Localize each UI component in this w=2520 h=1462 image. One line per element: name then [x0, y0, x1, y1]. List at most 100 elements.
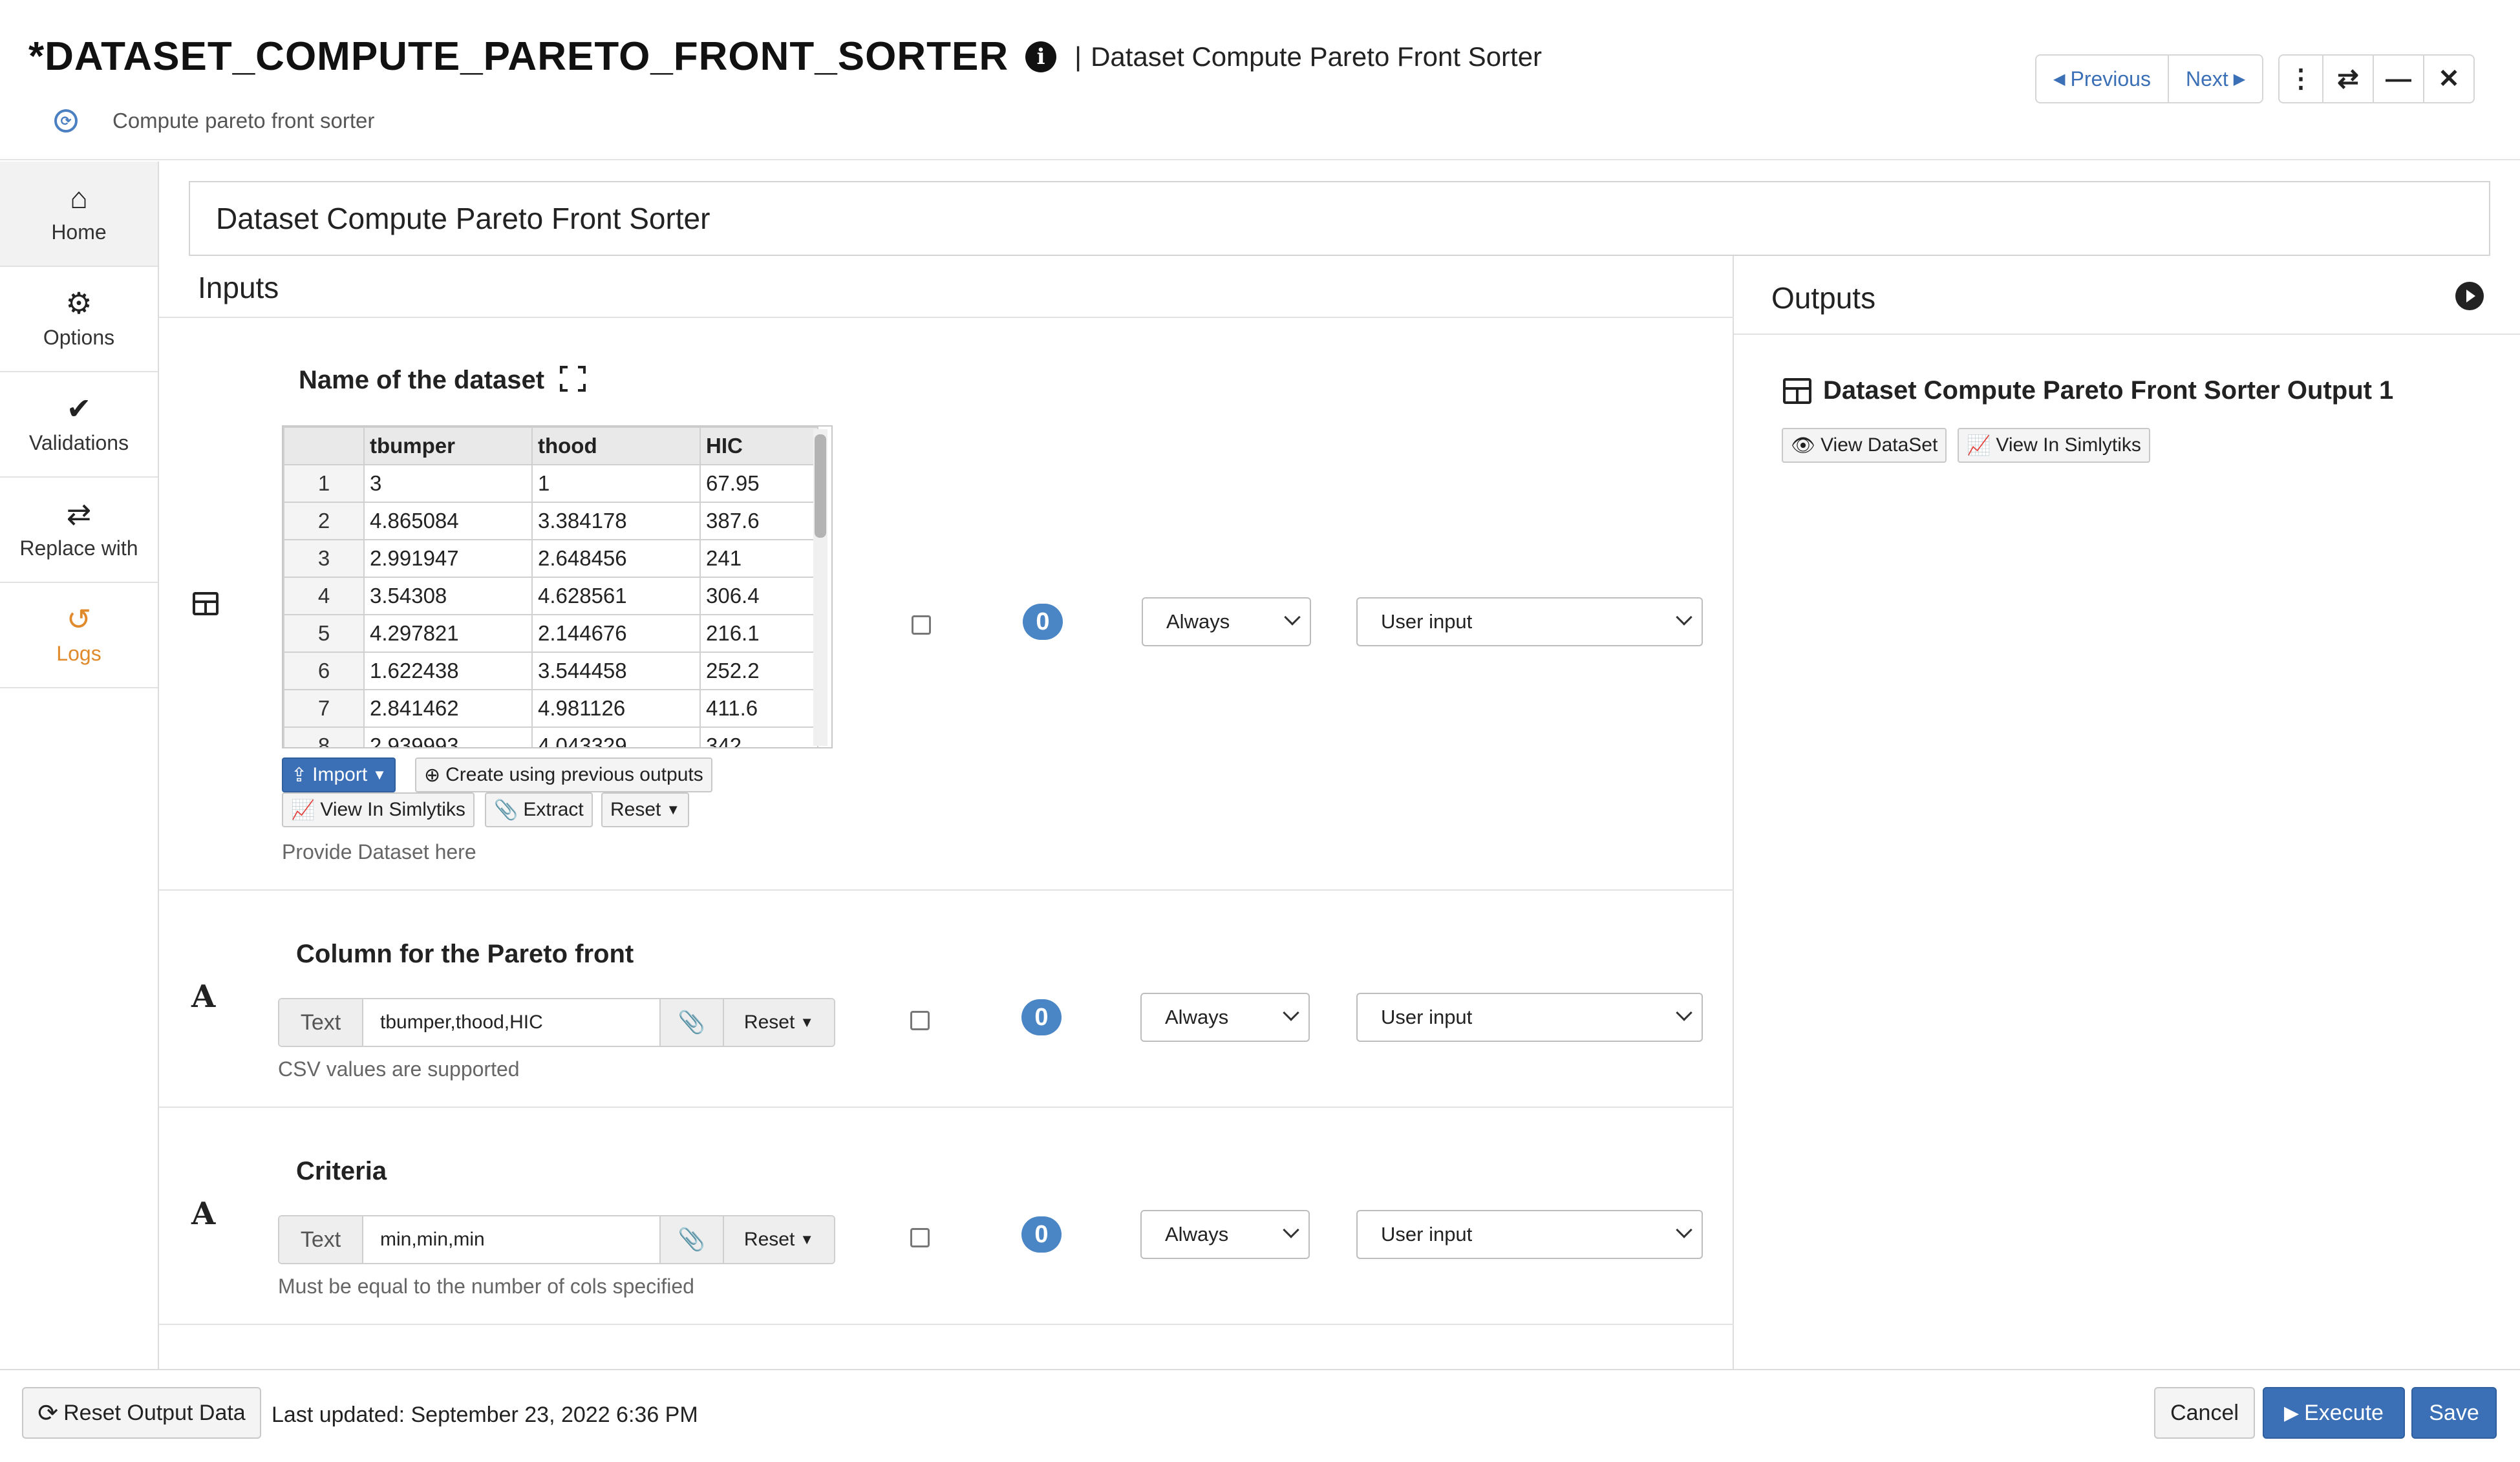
previous-button[interactable]: ◀ Previous [2036, 56, 2168, 102]
caret-right-icon: ▶ [2233, 70, 2246, 88]
paperclip-icon[interactable]: 📎 [659, 999, 723, 1046]
table-cell[interactable]: 387.6 [699, 502, 818, 540]
view-in-simlytiks-button[interactable]: 📈 View In Simlytiks [282, 792, 475, 827]
create-using-outputs-button[interactable]: ⊕ Create using previous outputs [415, 757, 712, 792]
table-cell[interactable]: 2.939993 [363, 726, 533, 747]
extract-button[interactable]: 📎 Extract [485, 792, 593, 827]
source-value: User input [1381, 610, 1473, 633]
grid-scroll-thumb[interactable] [815, 434, 826, 538]
extract-label: Extract [523, 799, 584, 820]
table-cell[interactable]: 252.2 [699, 652, 818, 690]
dataset-grid[interactable]: tbumper thood HIC 1 3 1 67.95 2 4.865084 3.384… [282, 425, 833, 748]
table-row[interactable]: 2 4.865084 3.384178 387.6 [283, 502, 818, 540]
sidebar-item-label: Options [43, 326, 115, 349]
table-cell[interactable]: 67.95 [699, 464, 818, 503]
table-cell[interactable]: 4.628561 [531, 577, 701, 615]
chevron-down-icon [1676, 1004, 1692, 1021]
table-cell[interactable]: 342 [699, 726, 818, 747]
sidebar-item-label: Home [51, 220, 107, 244]
view-dataset-button[interactable]: 👁 View DataSet [1782, 428, 1947, 463]
table-cell[interactable]: 3.544458 [531, 652, 701, 690]
play-icon[interactable] [2455, 282, 2484, 310]
table-row[interactable]: 7 2.841462 4.981126 411.6 [283, 689, 818, 728]
paperclip-icon: 📎 [494, 799, 518, 821]
table-cell[interactable]: 4.981126 [531, 689, 701, 728]
dataset-table: tbumper thood HIC 1 3 1 67.95 2 4.865084 3.384… [283, 427, 818, 747]
source-select[interactable]: User input [1356, 597, 1703, 646]
table-row[interactable]: 5 4.297821 2.144676 216.1 [283, 614, 818, 653]
table-cell[interactable]: 4.043329 [531, 726, 701, 747]
info-icon[interactable]: i [1025, 41, 1057, 72]
window-controls: ⋮ ⇄ — ✕ [2278, 54, 2475, 103]
row-number: 7 [283, 689, 365, 728]
dataset-checkbox[interactable] [912, 615, 931, 635]
tool-name-field[interactable]: Dataset Compute Pareto Front Sorter [189, 181, 2490, 256]
source-select[interactable]: User input [1356, 1210, 1703, 1259]
column-header[interactable]: thood [531, 427, 701, 465]
table-row[interactable]: 1 3 1 67.95 [283, 464, 818, 503]
sidebar-item-options[interactable]: ⚙ Options [0, 267, 158, 372]
count-badge: 0 [1021, 999, 1062, 1035]
reset-dataset-button[interactable]: Reset ▼ [601, 792, 690, 827]
chevron-down-icon [1676, 609, 1692, 626]
table-cell[interactable]: 306.4 [699, 577, 818, 615]
table-cell[interactable]: 1 [531, 464, 701, 503]
view-output-in-simlytiks-button[interactable]: 📈 View In Simlytiks [1958, 428, 2150, 463]
minimize-icon[interactable]: — [2373, 56, 2423, 102]
history-icon: ↺ [66, 602, 92, 636]
table-cell[interactable]: 3 [363, 464, 533, 503]
column-checkbox[interactable] [910, 1011, 930, 1030]
save-button[interactable]: Save [2411, 1387, 2497, 1439]
condition-select[interactable]: Always [1142, 597, 1311, 646]
table-cell[interactable]: 1.622438 [363, 652, 533, 690]
table-cell[interactable]: 2.991947 [363, 539, 533, 578]
table-cell[interactable]: 4.297821 [363, 614, 533, 653]
reset-column-button[interactable]: Reset ▼ [723, 999, 834, 1046]
source-select[interactable]: User input [1356, 993, 1703, 1042]
condition-value: Always [1165, 1006, 1229, 1028]
table-cell[interactable]: 241 [699, 539, 818, 578]
table-row[interactable]: 8 2.939993 4.043329 342 [283, 726, 818, 747]
column-header[interactable]: HIC [699, 427, 818, 465]
table-cell[interactable]: 2.144676 [531, 614, 701, 653]
expand-icon[interactable] [560, 366, 586, 392]
reset-criteria-button[interactable]: Reset ▼ [723, 1216, 834, 1263]
table-row[interactable]: 3 2.991947 2.648456 241 [283, 539, 818, 578]
table-icon [1783, 377, 1811, 404]
next-button[interactable]: Next ▶ [2167, 56, 2262, 102]
paperclip-icon[interactable]: 📎 [659, 1216, 723, 1263]
execute-button[interactable]: ▶ Execute [2263, 1387, 2405, 1439]
table-cell[interactable]: 411.6 [699, 689, 818, 728]
table-cell[interactable]: 3.384178 [531, 502, 701, 540]
eye-icon: 👁 [1791, 434, 1816, 456]
table-row[interactable]: 4 3.54308 4.628561 306.4 [283, 577, 818, 615]
count-badge: 0 [1023, 604, 1063, 640]
sidebar-item-replace-with[interactable]: ⇄ Replace with [0, 478, 158, 583]
table-cell[interactable]: 3.54308 [363, 577, 533, 615]
kebab-menu-icon[interactable]: ⋮ [2280, 56, 2322, 102]
table-cell[interactable]: 4.865084 [363, 502, 533, 540]
criteria-checkbox[interactable] [910, 1228, 930, 1247]
column-header[interactable]: tbumper [363, 427, 533, 465]
import-label: Import [312, 764, 368, 785]
output-name: Dataset Compute Pareto Front Sorter Outp… [1823, 376, 2394, 405]
import-button[interactable]: ⇪ Import ▼ [282, 757, 396, 792]
sidebar-item-validations[interactable]: ✔ Validations [0, 372, 158, 478]
condition-value: Always [1166, 610, 1230, 633]
source-value: User input [1381, 1223, 1473, 1245]
table-cell[interactable]: 2.648456 [531, 539, 701, 578]
cancel-button[interactable]: Cancel [2154, 1387, 2255, 1439]
condition-select[interactable]: Always [1140, 1210, 1310, 1259]
close-icon[interactable]: ✕ [2423, 56, 2473, 102]
reset-output-button[interactable]: ⟳ Reset Output Data [22, 1387, 261, 1439]
criteria-input[interactable]: min,min,min [363, 1216, 659, 1263]
exchange-icon[interactable]: ⇄ [2322, 56, 2373, 102]
table-row[interactable]: 6 1.622438 3.544458 252.2 [283, 652, 818, 690]
criteria-param-label: Criteria [296, 1157, 387, 1185]
table-cell[interactable]: 216.1 [699, 614, 818, 653]
table-cell[interactable]: 2.841462 [363, 689, 533, 728]
condition-select[interactable]: Always [1140, 993, 1310, 1042]
sidebar-item-home[interactable]: ⌂ Home [0, 162, 158, 267]
sidebar-item-logs[interactable]: ↺ Logs [0, 583, 158, 688]
column-input[interactable]: tbumper,thood,HIC [363, 999, 659, 1046]
